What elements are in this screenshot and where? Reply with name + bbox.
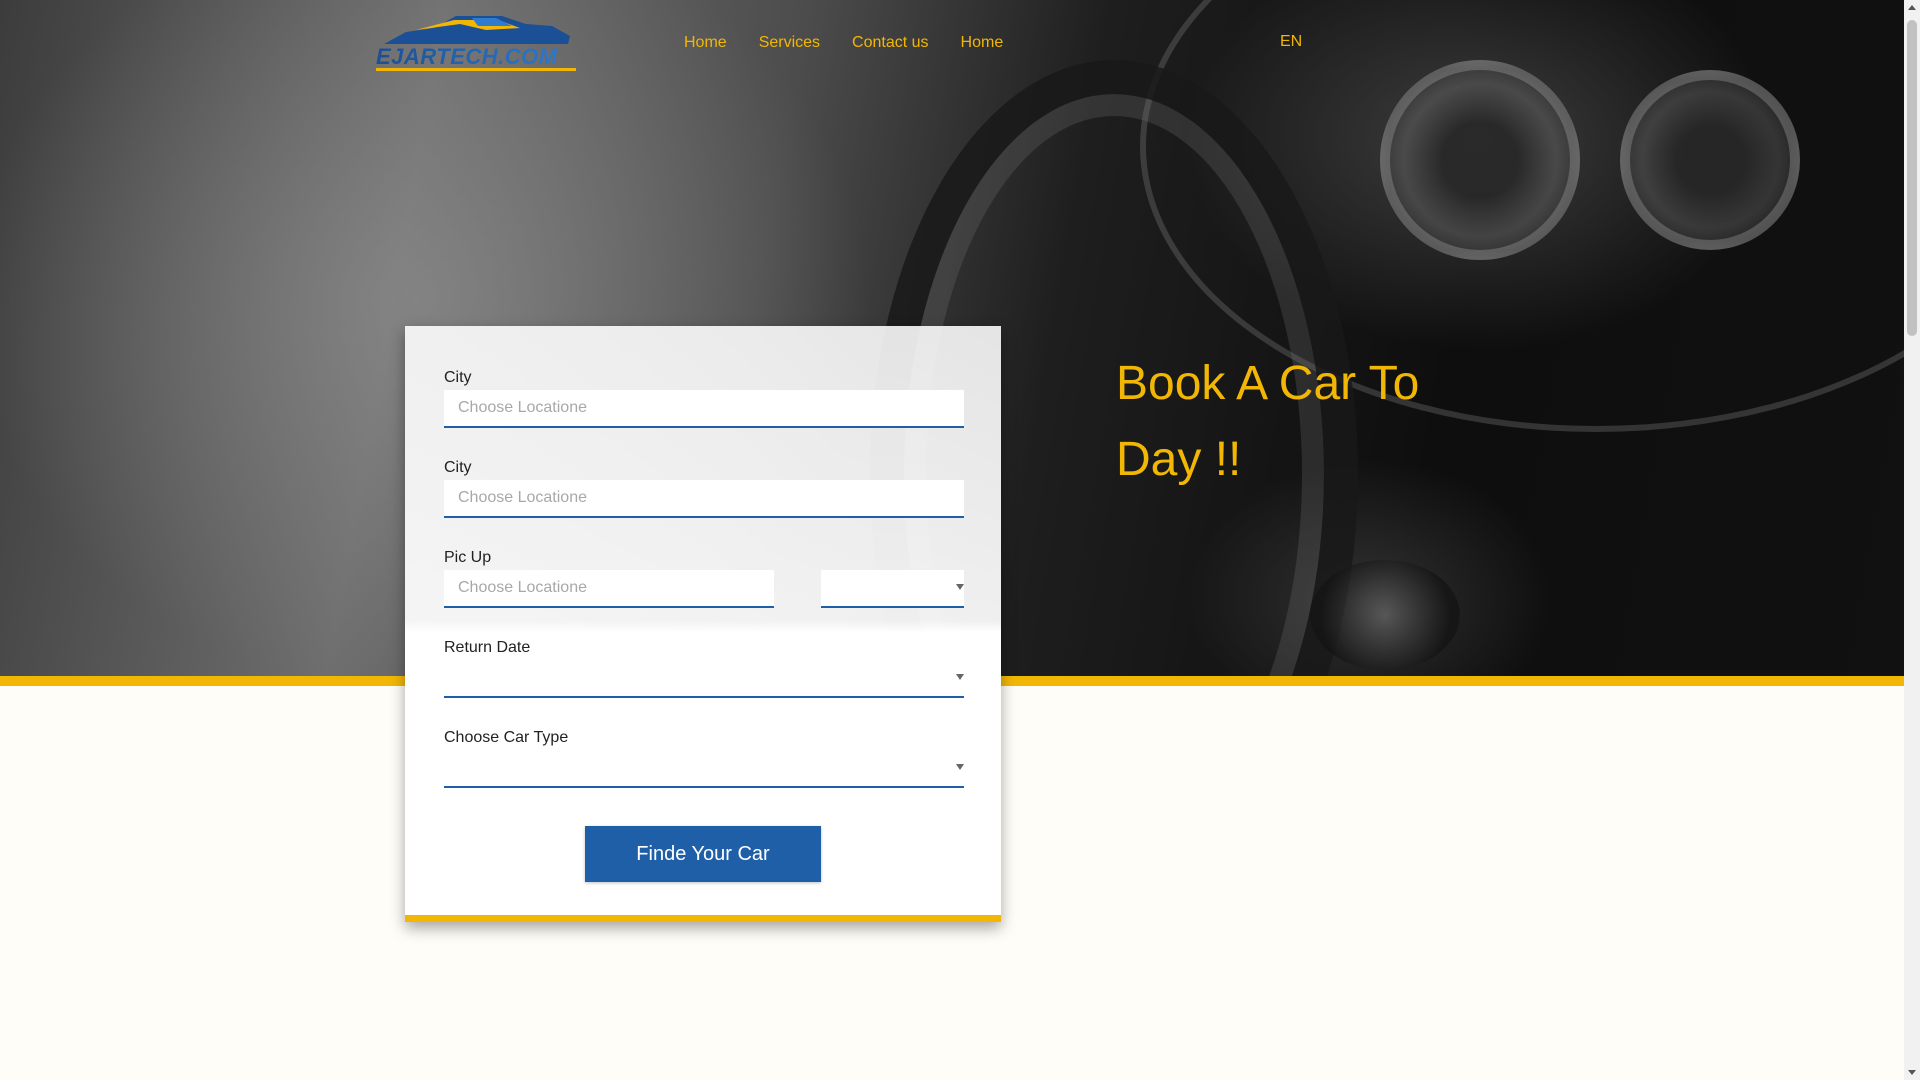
- nav-services[interactable]: Services: [759, 33, 820, 53]
- car-headlight-shape: [1380, 60, 1580, 260]
- nav-home-2[interactable]: Home: [961, 33, 1004, 53]
- pickup-time-select[interactable]: [821, 570, 964, 608]
- pickup-label: Pic Up: [444, 549, 492, 566]
- car-foglight-shape: [1310, 560, 1460, 670]
- car-headlight-shape: [1620, 70, 1800, 250]
- logo-text: EJARTECH.COM: [376, 44, 576, 70]
- find-car-button[interactable]: Finde Your Car: [585, 826, 821, 882]
- hero-headline-line1: Book A Car To: [1116, 357, 1420, 410]
- city-input[interactable]: [444, 390, 964, 428]
- hero-headline: Book A Car To Day !!: [1116, 346, 1536, 498]
- car-type-select[interactable]: [444, 750, 964, 788]
- scroll-down-icon[interactable]: [1908, 1070, 1916, 1075]
- chevron-down-icon: [956, 584, 964, 590]
- return-date-select[interactable]: [444, 660, 964, 698]
- nav-contact-us[interactable]: Contact us: [852, 33, 928, 53]
- page-scrollbar[interactable]: [1904, 0, 1920, 1080]
- nav-home[interactable]: Home: [684, 33, 727, 53]
- main-nav: Home Services Contact us Home: [684, 33, 1003, 53]
- city-input-2[interactable]: [444, 480, 964, 518]
- logo-underline: [376, 68, 576, 71]
- language-switcher[interactable]: EN: [1280, 32, 1302, 52]
- chevron-down-icon: [956, 674, 964, 680]
- car-type-label: Choose Car Type: [444, 729, 569, 746]
- scroll-up-icon[interactable]: [1908, 5, 1916, 10]
- site-logo[interactable]: EJARTECH.COM: [376, 10, 576, 72]
- pickup-location-input[interactable]: [444, 570, 774, 608]
- city-label-2: City: [444, 459, 472, 476]
- chevron-down-icon: [956, 764, 964, 770]
- return-date-label: Return Date: [444, 639, 531, 656]
- city-label: City: [444, 369, 472, 386]
- hero-headline-line2: Day !!: [1116, 433, 1242, 486]
- booking-form-card: City City Pic Up Return Date Choose Car …: [405, 326, 1001, 922]
- scroll-thumb[interactable]: [1907, 20, 1917, 336]
